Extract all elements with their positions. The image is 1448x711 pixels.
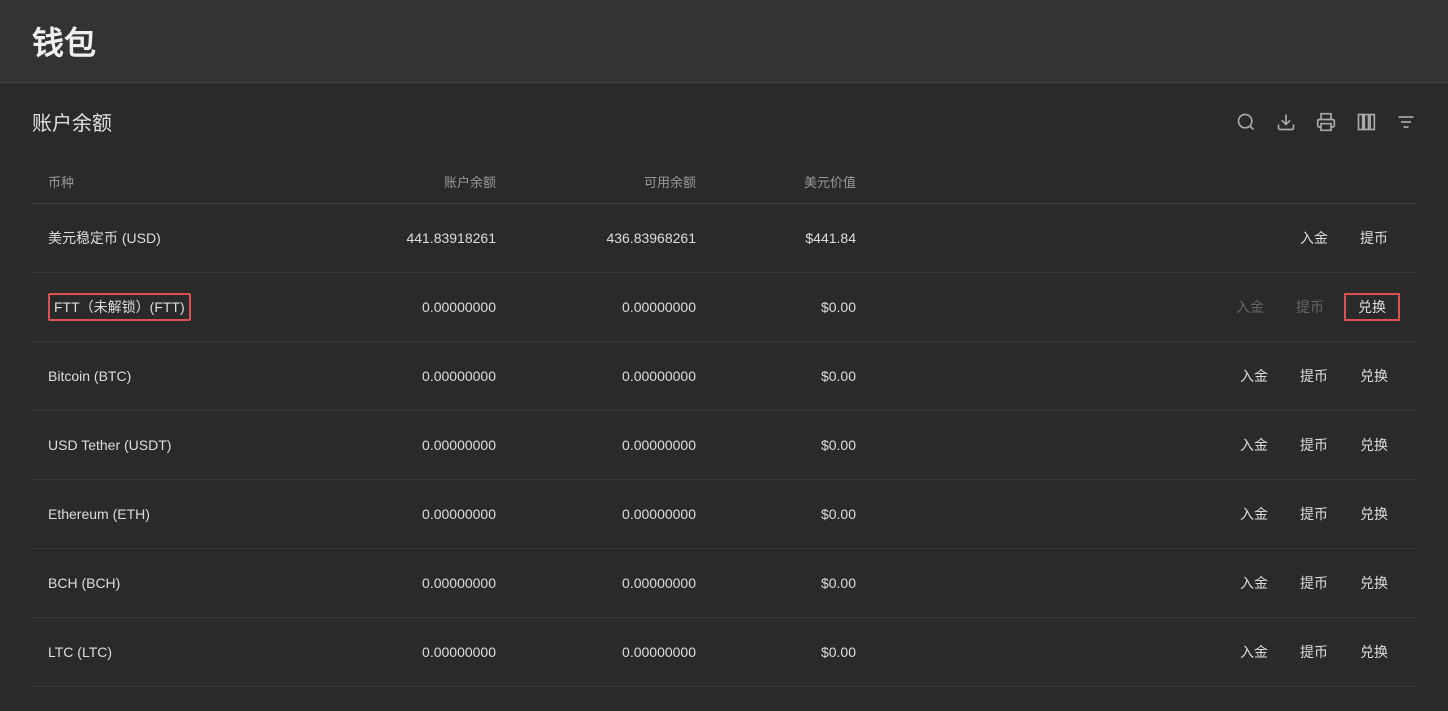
- balance-cell: 0.00000000: [312, 480, 512, 549]
- section-header: 账户余额: [32, 107, 1416, 136]
- exchange-button[interactable]: 兑换: [1348, 638, 1400, 666]
- actions-cell: 入金提币兑换: [872, 411, 1416, 480]
- exchange-button[interactable]: 兑换: [1348, 500, 1400, 528]
- exchange-button[interactable]: 兑换: [1348, 431, 1400, 459]
- deposit-button[interactable]: 入金: [1228, 431, 1280, 459]
- header-actions: [872, 160, 1416, 204]
- header-currency: 币种: [32, 160, 312, 204]
- section-title: 账户余额: [32, 107, 112, 136]
- actions-cell: 入金提币兑换: [872, 618, 1416, 687]
- available-cell: 0.00000000: [512, 273, 712, 342]
- deposit-button[interactable]: 入金: [1228, 500, 1280, 528]
- table-row: LTC (LTC)0.000000000.00000000$0.00入金提币兑换: [32, 618, 1416, 687]
- page-title: 钱包: [32, 18, 1416, 64]
- currency-name: USD Tether (USDT): [32, 411, 312, 480]
- available-cell: 436.83968261: [512, 204, 712, 273]
- balance-cell: 0.00000000: [312, 342, 512, 411]
- currency-name: Bitcoin (BTC): [32, 342, 312, 411]
- withdraw-button: 提币: [1284, 293, 1336, 321]
- balance-cell: 0.00000000: [312, 618, 512, 687]
- header-usd-value: 美元价值: [712, 160, 872, 204]
- table-row: FTT（未解锁）(FTT)0.000000000.00000000$0.00入金…: [32, 273, 1416, 342]
- withdraw-button[interactable]: 提币: [1288, 500, 1340, 528]
- withdraw-button[interactable]: 提币: [1288, 431, 1340, 459]
- print-icon[interactable]: [1316, 112, 1336, 132]
- balance-cell: 0.00000000: [312, 273, 512, 342]
- balance-cell: 441.83918261: [312, 204, 512, 273]
- page-header: 钱包: [0, 0, 1448, 83]
- withdraw-button[interactable]: 提币: [1288, 569, 1340, 597]
- table-row: USD Tether (USDT)0.000000000.00000000$0.…: [32, 411, 1416, 480]
- available-cell: 0.00000000: [512, 411, 712, 480]
- usd-value-cell: $0.00: [712, 480, 872, 549]
- header-balance: 账户余额: [312, 160, 512, 204]
- deposit-button[interactable]: 入金: [1228, 362, 1280, 390]
- actions-cell: 入金提币: [872, 204, 1416, 273]
- available-cell: 0.00000000: [512, 480, 712, 549]
- exchange-button[interactable]: 兑换: [1348, 569, 1400, 597]
- available-cell: 0.00000000: [512, 549, 712, 618]
- currency-cell: FTT（未解锁）(FTT): [32, 273, 312, 342]
- filter-icon[interactable]: [1396, 112, 1416, 132]
- currency-name: BCH (BCH): [32, 549, 312, 618]
- deposit-button[interactable]: 入金: [1228, 638, 1280, 666]
- currency-name: Ethereum (ETH): [32, 480, 312, 549]
- actions-cell: 入金提币兑换: [872, 342, 1416, 411]
- table-row: Ethereum (ETH)0.000000000.00000000$0.00入…: [32, 480, 1416, 549]
- deposit-button[interactable]: 入金: [1288, 224, 1340, 252]
- toolbar-icons: [1236, 112, 1416, 132]
- withdraw-button[interactable]: 提币: [1348, 224, 1400, 252]
- columns-icon[interactable]: [1356, 112, 1376, 132]
- table-row: Bitcoin (BTC)0.000000000.00000000$0.00入金…: [32, 342, 1416, 411]
- download-icon[interactable]: [1276, 112, 1296, 132]
- header-available: 可用余额: [512, 160, 712, 204]
- main-content: 账户余额: [0, 83, 1448, 711]
- balance-cell: 0.00000000: [312, 411, 512, 480]
- available-cell: 0.00000000: [512, 618, 712, 687]
- deposit-button[interactable]: 入金: [1228, 569, 1280, 597]
- search-icon[interactable]: [1236, 112, 1256, 132]
- currency-name: LTC (LTC): [32, 618, 312, 687]
- table-row: BCH (BCH)0.000000000.00000000$0.00入金提币兑换: [32, 549, 1416, 618]
- usd-value-cell: $0.00: [712, 549, 872, 618]
- exchange-button[interactable]: 兑换: [1348, 362, 1400, 390]
- deposit-button: 入金: [1224, 293, 1276, 321]
- currency-name: FTT（未解锁）(FTT): [48, 293, 191, 321]
- usd-value-cell: $441.84: [712, 204, 872, 273]
- withdraw-button[interactable]: 提币: [1288, 362, 1340, 390]
- currency-name: 美元稳定币 (USD): [32, 204, 312, 273]
- exchange-button[interactable]: 兑换: [1344, 293, 1400, 321]
- usd-value-cell: $0.00: [712, 618, 872, 687]
- usd-value-cell: $0.00: [712, 411, 872, 480]
- balance-table: 币种 账户余额 可用余额 美元价值 美元稳定币 (USD)441.8391826…: [32, 160, 1416, 687]
- actions-cell: 入金提币兑换: [872, 273, 1416, 342]
- table-row: 美元稳定币 (USD)441.83918261436.83968261$441.…: [32, 204, 1416, 273]
- usd-value-cell: $0.00: [712, 273, 872, 342]
- actions-cell: 入金提币兑换: [872, 549, 1416, 618]
- actions-cell: 入金提币兑换: [872, 480, 1416, 549]
- available-cell: 0.00000000: [512, 342, 712, 411]
- usd-value-cell: $0.00: [712, 342, 872, 411]
- withdraw-button[interactable]: 提币: [1288, 638, 1340, 666]
- balance-cell: 0.00000000: [312, 549, 512, 618]
- table-header-row: 币种 账户余额 可用余额 美元价值: [32, 160, 1416, 204]
